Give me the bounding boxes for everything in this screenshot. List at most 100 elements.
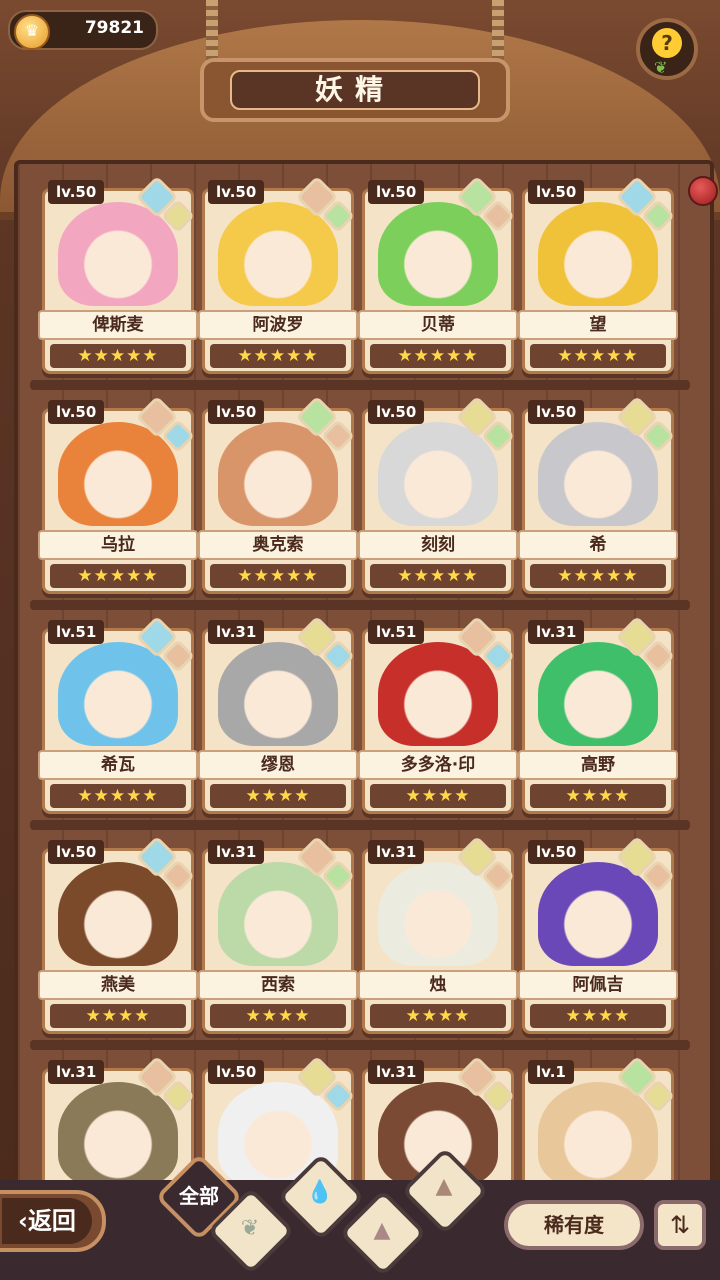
star-rating: ★★★★★: [50, 784, 186, 808]
fairy-name: 乌拉: [38, 530, 198, 560]
level-badge: lv.31: [528, 620, 585, 644]
fairy-portrait: [58, 202, 178, 306]
fairy-portrait: [378, 642, 498, 746]
fairy-portrait: [218, 862, 338, 966]
fairy-name: 望: [518, 310, 678, 340]
star-rating: ★★★★★: [210, 344, 346, 368]
sprout-icon: ❦: [654, 58, 668, 77]
fairy-name: 奥克索: [198, 530, 358, 560]
level-badge: lv.50: [208, 1060, 265, 1084]
level-badge: lv.31: [48, 1060, 105, 1084]
fairy-card[interactable]: lv.31 西索 ★★★★: [198, 835, 358, 1036]
star-rating: ★★★★★: [50, 344, 186, 368]
level-badge: lv.1: [528, 1060, 574, 1084]
fairy-portrait: [58, 1082, 178, 1186]
level-badge: lv.50: [48, 180, 105, 204]
fairy-card[interactable]: lv.50 阿波罗 ★★★★★: [198, 175, 358, 376]
level-badge: lv.31: [368, 1060, 425, 1084]
help-button[interactable]: ? ❦: [636, 18, 698, 80]
fairy-name: 烛: [358, 970, 518, 1000]
fairy-portrait: [218, 202, 338, 306]
mountain-icon: ▲: [373, 1218, 391, 1243]
level-badge: lv.31: [208, 840, 265, 864]
fairy-card[interactable]: lv.50 燕美 ★★★★: [38, 835, 198, 1036]
level-badge: lv.51: [368, 620, 425, 644]
fairy-portrait: [378, 202, 498, 306]
fairy-portrait: [58, 422, 178, 526]
crown-coin-icon: ♛: [14, 14, 50, 50]
star-rating: ★★★★★: [210, 564, 346, 588]
page-title: 妖精: [230, 70, 480, 110]
fairy-card[interactable]: lv.50 贝蒂 ★★★★★: [358, 175, 518, 376]
level-badge: lv.51: [48, 620, 105, 644]
fairy-card[interactable]: lv.51 多多洛·印 ★★★★: [358, 615, 518, 816]
shelf-divider: [30, 1040, 690, 1050]
shelf-divider: [30, 600, 690, 610]
level-badge: lv.31: [368, 840, 425, 864]
fairy-name: 高野: [518, 750, 678, 780]
star-rating: ★★★★: [370, 784, 506, 808]
fairy-card[interactable]: lv.50 乌拉 ★★★★★: [38, 395, 198, 596]
fairy-portrait: [378, 422, 498, 526]
title-sign: 妖精: [200, 58, 510, 122]
fairy-portrait: [218, 642, 338, 746]
sort-list-icon: ⇅: [669, 1211, 691, 1239]
level-badge: lv.50: [368, 400, 425, 424]
fairy-name: 阿佩吉: [518, 970, 678, 1000]
fairy-card[interactable]: lv.50 俾斯麦 ★★★★★: [38, 175, 198, 376]
fairy-portrait: [538, 422, 658, 526]
fairy-portrait: [218, 422, 338, 526]
fairy-card[interactable]: lv.50 望 ★★★★★: [518, 175, 678, 376]
currency-value: 79821: [84, 18, 144, 38]
fairy-card[interactable]: lv.50 奥克索 ★★★★★: [198, 395, 358, 596]
star-rating: ★★★★: [530, 1004, 666, 1028]
question-sprout-icon: ?: [652, 28, 682, 58]
fairy-portrait: [538, 642, 658, 746]
fairy-name: 多多洛·印: [358, 750, 518, 780]
fairy-card[interactable]: lv.50 希 ★★★★★: [518, 395, 678, 596]
fairy-name: 燕美: [38, 970, 198, 1000]
level-badge: lv.50: [528, 180, 585, 204]
star-rating: ★★★★★: [370, 564, 506, 588]
level-badge: lv.50: [368, 180, 425, 204]
currency-display: ♛ 79821: [8, 10, 158, 50]
fairy-name: 贝蒂: [358, 310, 518, 340]
fairy-name: 俾斯麦: [38, 310, 198, 340]
level-badge: lv.50: [528, 840, 585, 864]
star-rating: ★★★★: [530, 784, 666, 808]
fairy-name: 刻刻: [358, 530, 518, 560]
sort-order-button[interactable]: ⇅: [654, 1200, 706, 1250]
star-rating: ★★★★: [370, 1004, 506, 1028]
star-rating: ★★★★★: [50, 564, 186, 588]
fairy-portrait: [58, 642, 178, 746]
level-badge: lv.50: [528, 400, 585, 424]
back-button[interactable]: ‹返回: [0, 1190, 106, 1252]
fairy-portrait: [378, 862, 498, 966]
fairy-card[interactable]: lv.51 希瓦 ★★★★★: [38, 615, 198, 816]
level-badge: lv.31: [208, 620, 265, 644]
star-rating: ★★★★★: [530, 564, 666, 588]
level-badge: lv.50: [48, 840, 105, 864]
fairy-card[interactable]: lv.50 阿佩吉 ★★★★: [518, 835, 678, 1036]
fairy-card[interactable]: lv.31 缪恩 ★★★★: [198, 615, 358, 816]
star-rating: ★★★★: [210, 1004, 346, 1028]
fairy-name: 希瓦: [38, 750, 198, 780]
leaf-icon: ❦: [240, 1216, 260, 1241]
fairy-portrait: [538, 1082, 658, 1186]
fairy-portrait: [538, 202, 658, 306]
rarity-sort-button[interactable]: 稀有度: [504, 1200, 644, 1250]
fairy-card[interactable]: lv.31 高野 ★★★★: [518, 615, 678, 816]
shelf-divider: [30, 380, 690, 390]
back-label: ‹返回: [2, 1198, 92, 1244]
fairy-card[interactable]: lv.31 烛 ★★★★: [358, 835, 518, 1036]
level-badge: lv.50: [208, 180, 265, 204]
fairy-portrait: [538, 862, 658, 966]
peak-icon: ▲: [435, 1174, 453, 1199]
fairy-name: 阿波罗: [198, 310, 358, 340]
star-rating: ★★★★: [50, 1004, 186, 1028]
fairy-card[interactable]: lv.50 刻刻 ★★★★★: [358, 395, 518, 596]
star-rating: ★★★★★: [370, 344, 506, 368]
water-drop-icon: 💧: [306, 1180, 334, 1205]
ladybug-pin-icon: [688, 176, 718, 206]
star-rating: ★★★★★: [530, 344, 666, 368]
